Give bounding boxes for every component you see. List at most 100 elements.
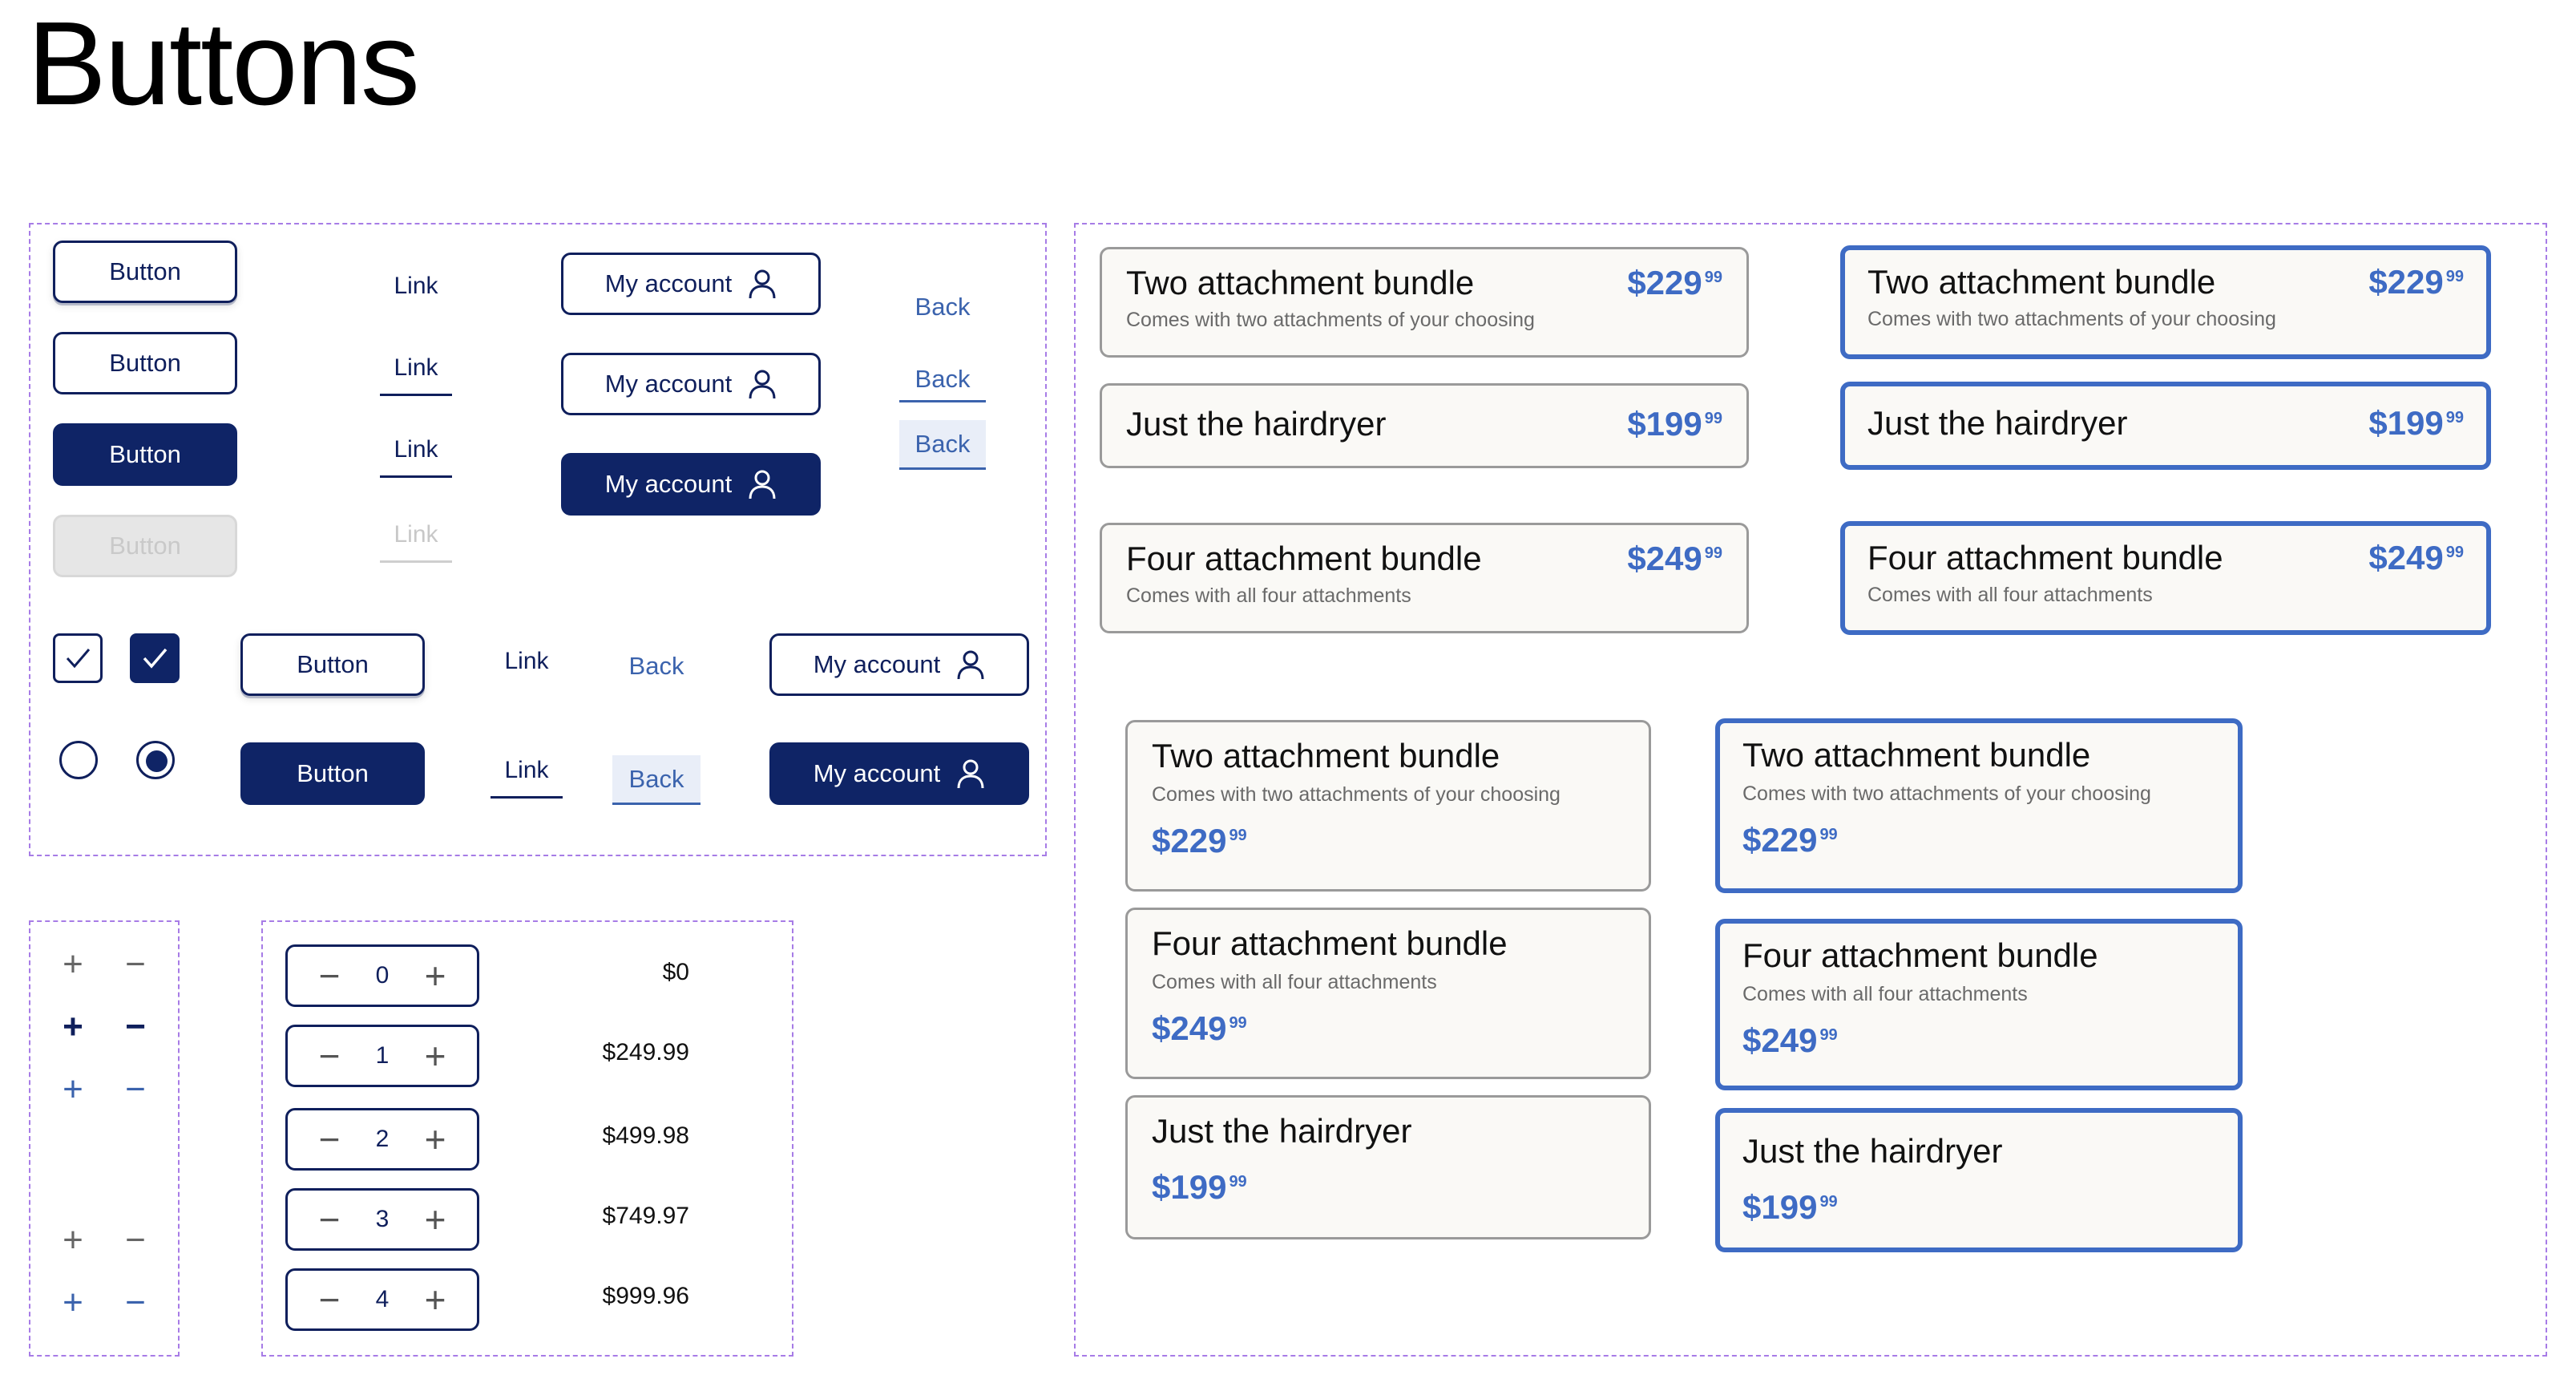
product-name: Two attachment bundle [1126, 264, 1475, 301]
minus-icon[interactable]: − [115, 1070, 155, 1110]
product-price: $229 99 [1627, 264, 1722, 301]
account-button-filled[interactable]: My account [561, 453, 821, 516]
product-option-card[interactable]: Four attachment bundle Comes with all fo… [1100, 523, 1749, 633]
product-description: Comes with two attachments of your choos… [1742, 782, 2151, 805]
minus-icon[interactable]: − [115, 1220, 155, 1260]
product-option-card-selected[interactable]: Four attachment bundle Comes with all fo… [1840, 521, 2491, 635]
minus-icon[interactable]: − [312, 1281, 347, 1318]
radio-unselected[interactable] [59, 741, 98, 779]
checkbox-unchecked[interactable] [53, 633, 103, 683]
link-disabled: Link [380, 521, 452, 563]
product-price: $249 99 [2368, 539, 2464, 576]
minus-icon[interactable]: − [115, 944, 155, 985]
back-link-highlighted[interactable]: Back [899, 420, 986, 470]
account-label: My account [604, 269, 733, 297]
product-price: $229 99 [2368, 263, 2464, 301]
page-title: Buttons [27, 0, 420, 130]
product-option-card-selected[interactable]: Two attachment bundle Comes with two att… [1840, 245, 2491, 359]
quantity-value: 1 [375, 1042, 390, 1069]
minus-icon[interactable]: − [115, 1283, 155, 1323]
product-price: $199 99 [1742, 1188, 1838, 1226]
link-underlined[interactable]: Link [380, 354, 452, 396]
quantity-stepper[interactable]: − 4 + [285, 1268, 479, 1331]
account-label: My account [813, 759, 941, 787]
user-icon [749, 370, 776, 399]
minus-icon[interactable]: − [312, 1121, 347, 1158]
account-row-outline[interactable]: My account [769, 633, 1029, 696]
product-description: Comes with two attachments of your choos… [1126, 309, 1535, 331]
product-description: Comes with all four attachments [1867, 584, 2153, 606]
plus-icon[interactable]: + [53, 1283, 93, 1323]
product-price: $199 99 [1152, 1168, 1247, 1206]
back-row-default[interactable]: Back [612, 646, 701, 686]
link-row-underlined[interactable]: Link [491, 757, 563, 799]
link-row-default[interactable]: Link [491, 648, 563, 685]
product-name: Two attachment bundle [1152, 737, 1500, 774]
product-price: $229 99 [1742, 821, 1838, 859]
product-price: $199 99 [1627, 405, 1722, 443]
product-option-card[interactable]: Four attachment bundle Comes with all fo… [1125, 908, 1651, 1079]
line-total: $749.97 [602, 1203, 689, 1229]
product-description: Comes with all four attachments [1742, 983, 2028, 1005]
product-name: Two attachment bundle [1742, 736, 2091, 774]
quantity-value: 3 [375, 1206, 390, 1232]
quantity-stepper[interactable]: − 3 + [285, 1188, 479, 1251]
account-button-outline[interactable]: My account [561, 353, 821, 415]
user-icon [749, 269, 776, 299]
product-name: Just the hairdryer [1126, 405, 1387, 443]
plus-icon[interactable]: + [53, 944, 93, 985]
plus-icon[interactable]: + [418, 957, 453, 994]
product-option-card-selected[interactable]: Just the hairdryer $199 99 [1715, 1108, 2243, 1252]
button-outline[interactable]: Button [53, 332, 237, 394]
plus-icon[interactable]: + [418, 1037, 453, 1074]
back-row-highlighted[interactable]: Back [612, 755, 701, 805]
minus-icon[interactable]: − [312, 957, 347, 994]
quantity-stepper[interactable]: − 2 + [285, 1108, 479, 1171]
product-description: Comes with all four attachments [1152, 971, 1437, 993]
product-option-card[interactable]: Two attachment bundle Comes with two att… [1100, 247, 1749, 358]
product-description: Comes with two attachments of your choos… [1152, 783, 1561, 806]
radio-selected[interactable] [136, 741, 175, 779]
button-small-outline[interactable]: Button [240, 633, 425, 696]
minus-icon[interactable]: − [115, 1007, 155, 1047]
line-total: $499.98 [602, 1122, 689, 1149]
link-underlined-active[interactable]: Link [380, 436, 452, 478]
user-icon [749, 470, 776, 499]
product-option-card[interactable]: Two attachment bundle Comes with two att… [1125, 720, 1651, 892]
button-default[interactable]: Button [53, 241, 237, 303]
quantity-stepper[interactable]: − 1 + [285, 1025, 479, 1087]
account-row-filled[interactable]: My account [769, 742, 1029, 805]
plus-minus-frame [29, 920, 180, 1357]
line-total: $999.96 [602, 1283, 689, 1309]
plus-icon[interactable]: + [418, 1121, 453, 1158]
checkbox-checked[interactable] [130, 633, 180, 683]
button-disabled: Button [53, 515, 237, 577]
product-option-card-selected[interactable]: Two attachment bundle Comes with two att… [1715, 718, 2243, 893]
back-link-underlined[interactable]: Back [899, 358, 986, 402]
product-price: $249 99 [1742, 1021, 1838, 1059]
user-icon [957, 759, 984, 789]
minus-icon[interactable]: − [312, 1201, 347, 1238]
product-option-card[interactable]: Just the hairdryer $199 99 [1100, 383, 1749, 468]
account-button-default[interactable]: My account [561, 253, 821, 315]
quantity-value: 0 [375, 962, 390, 989]
plus-icon[interactable]: + [418, 1281, 453, 1318]
quantity-stepper[interactable]: − 0 + [285, 944, 479, 1007]
back-link-default[interactable]: Back [899, 287, 986, 327]
plus-icon[interactable]: + [53, 1007, 93, 1047]
line-total: $0 [662, 959, 689, 985]
plus-icon[interactable]: + [53, 1070, 93, 1110]
product-option-card[interactable]: Just the hairdryer $199 99 [1125, 1095, 1651, 1239]
product-option-card-selected[interactable]: Four attachment bundle Comes with all fo… [1715, 919, 2243, 1090]
product-option-card-selected[interactable]: Just the hairdryer $199 99 [1840, 382, 2491, 470]
button-filled[interactable]: Button [53, 423, 237, 486]
plus-icon[interactable]: + [53, 1220, 93, 1260]
product-description: Comes with two attachments of your choos… [1867, 308, 2276, 330]
minus-icon[interactable]: − [312, 1037, 347, 1074]
link-default[interactable]: Link [380, 273, 452, 309]
button-small-filled[interactable]: Button [240, 742, 425, 805]
account-label: My account [604, 370, 733, 398]
product-price: $249 99 [1627, 540, 1722, 577]
plus-icon[interactable]: + [418, 1201, 453, 1238]
product-name: Four attachment bundle [1152, 924, 1508, 962]
